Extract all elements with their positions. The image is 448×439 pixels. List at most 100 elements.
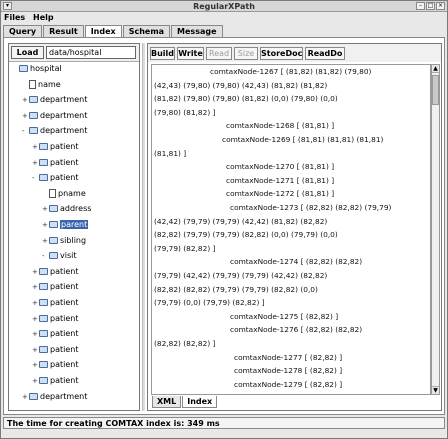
output-line: (82,82) (82,82) ] xyxy=(154,339,216,348)
status-message: The time for creating COMTAX index is: 3… xyxy=(7,419,220,428)
build-button[interactable]: Build xyxy=(150,47,175,60)
tree-node-label: name xyxy=(38,79,61,89)
collapse-icon[interactable]: - xyxy=(22,126,28,136)
tree-node[interactable]: pname xyxy=(42,188,86,199)
output-line: (79,79) (0,0) (79,79) (82,82) ] xyxy=(154,298,265,308)
tree-node-label: patient xyxy=(50,142,79,151)
maximize-icon[interactable]: □ xyxy=(426,2,435,10)
tree-node[interactable]: + patient xyxy=(32,329,78,339)
folder-icon xyxy=(39,283,48,291)
scroll-down-icon[interactable]: ▼ xyxy=(432,386,439,394)
collapse-icon[interactable]: - xyxy=(42,251,48,261)
folder-icon xyxy=(29,96,38,104)
expand-icon[interactable]: + xyxy=(32,329,38,339)
title-bar: ▾ RegularXPath – □ × xyxy=(1,1,447,12)
tree-node[interactable]: + patient xyxy=(32,376,78,386)
tree-node[interactable]: - department xyxy=(22,126,87,136)
folder-icon xyxy=(49,205,58,213)
expand-icon[interactable]: + xyxy=(22,95,28,105)
expand-icon[interactable]: + xyxy=(32,314,38,324)
tab-result[interactable]: Result xyxy=(43,25,84,37)
output-line: (81,81) ] xyxy=(154,148,187,158)
readdoc-button[interactable]: ReadDo xyxy=(305,47,345,60)
read-button[interactable]: Read xyxy=(206,47,232,60)
expand-icon[interactable]: + xyxy=(32,298,38,308)
index-output-text[interactable]: comtaxNode-1267 [ (81,82) (81,82) (79,80… xyxy=(151,64,431,395)
tree-node[interactable]: + patient xyxy=(32,158,78,168)
tab-query[interactable]: Query xyxy=(3,25,43,37)
vertical-scrollbar[interactable]: ▲ ▼ xyxy=(431,64,440,395)
expand-icon[interactable]: + xyxy=(32,282,38,292)
output-line: comtaxNode-1274 [ (82,82) (82,82) xyxy=(230,257,363,267)
folder-icon xyxy=(39,330,48,338)
tree-node[interactable]: hospital xyxy=(12,64,62,74)
expand-icon[interactable]: + xyxy=(32,376,38,386)
minimize-icon[interactable]: – xyxy=(416,2,425,10)
tree-node[interactable]: + patient xyxy=(32,345,78,355)
expand-icon[interactable]: + xyxy=(22,111,28,121)
expand-icon[interactable]: + xyxy=(32,142,38,152)
load-button[interactable]: Load xyxy=(11,46,44,59)
main-tabs: Query Result Index Schema Message xyxy=(3,25,224,37)
output-line: (82,82) (82,82) (79,79) (79,79) (82,82) … xyxy=(154,284,318,294)
tab-index-output[interactable]: Index xyxy=(182,396,218,408)
tree-node[interactable]: + address xyxy=(42,204,91,214)
tree-node[interactable]: - patient xyxy=(32,173,78,183)
tab-xml[interactable]: XML xyxy=(152,396,182,408)
tree-node[interactable]: name xyxy=(22,79,61,90)
tab-message[interactable]: Message xyxy=(171,25,223,37)
document-tree[interactable]: hospital name + department + department - depar… xyxy=(9,63,139,410)
expand-icon[interactable]: + xyxy=(32,158,38,168)
index-panel: Build Write Read Size StoreDoc ReadDo co… xyxy=(147,43,442,411)
menu-bar: Files Help xyxy=(1,12,447,24)
tree-node[interactable]: + department xyxy=(22,111,87,121)
tree-node[interactable]: + parent xyxy=(42,220,89,230)
window-title: RegularXPath xyxy=(193,2,255,11)
expand-icon[interactable]: + xyxy=(32,360,38,370)
expand-icon[interactable]: + xyxy=(42,204,48,214)
folder-icon xyxy=(39,267,48,275)
close-icon[interactable]: × xyxy=(436,2,445,10)
tree-node[interactable]: + patient xyxy=(32,267,78,277)
tree-node-label: visit xyxy=(60,251,77,261)
tree-node[interactable]: + sibling xyxy=(42,236,86,246)
index-toolbar: Build Write Read Size StoreDoc ReadDo xyxy=(148,44,441,62)
menu-files[interactable]: Files xyxy=(4,13,25,23)
tree-node[interactable]: + patient xyxy=(32,314,78,324)
expand-icon[interactable]: + xyxy=(32,345,38,355)
scroll-thumb[interactable] xyxy=(432,75,439,105)
tree-node[interactable]: + department xyxy=(22,95,87,105)
expand-icon[interactable]: + xyxy=(22,392,28,402)
expand-icon[interactable]: + xyxy=(42,220,48,230)
tree-node-label: patient xyxy=(50,313,79,323)
scroll-up-icon[interactable]: ▲ xyxy=(432,65,439,73)
folder-icon xyxy=(39,143,48,150)
tree-node-label: patient xyxy=(50,157,79,167)
tree-node[interactable]: + patient xyxy=(32,142,78,152)
tree-node[interactable]: - visit xyxy=(42,251,76,261)
document-path-input[interactable]: data/hospital xyxy=(46,46,136,59)
tree-node[interactable]: + patient xyxy=(32,360,78,370)
output-line: comtaxNode-1271 [ (81,81) ] xyxy=(226,175,335,185)
output-line: comtaxNode-1269 [ (81,81) (81,81) (81,81… xyxy=(222,135,384,144)
tree-node-label: pname xyxy=(58,188,86,198)
tree-node-label: patient xyxy=(50,376,79,385)
tree-node[interactable]: + patient xyxy=(32,298,78,308)
tab-index[interactable]: Index xyxy=(84,25,122,37)
document-icon xyxy=(49,188,56,198)
size-button[interactable]: Size xyxy=(234,47,258,60)
expand-icon[interactable]: + xyxy=(32,267,38,277)
output-line: comtaxNode-1277 [ (82,82) ] xyxy=(234,352,343,362)
tree-node[interactable]: + patient xyxy=(32,282,78,292)
expand-icon[interactable]: + xyxy=(42,236,48,246)
collapse-icon[interactable]: - xyxy=(32,173,38,183)
storedoc-button[interactable]: StoreDoc xyxy=(260,47,303,60)
tab-schema[interactable]: Schema xyxy=(122,25,171,37)
folder-icon xyxy=(39,314,48,322)
splitter-handle[interactable] xyxy=(142,43,145,411)
write-button[interactable]: Write xyxy=(177,47,204,60)
tree-node[interactable]: + department xyxy=(22,392,87,402)
output-line: comtaxNode-1275 [ (82,82) ] xyxy=(230,311,339,321)
menu-help[interactable]: Help xyxy=(33,13,54,23)
tree-node-label: patient xyxy=(50,360,79,370)
